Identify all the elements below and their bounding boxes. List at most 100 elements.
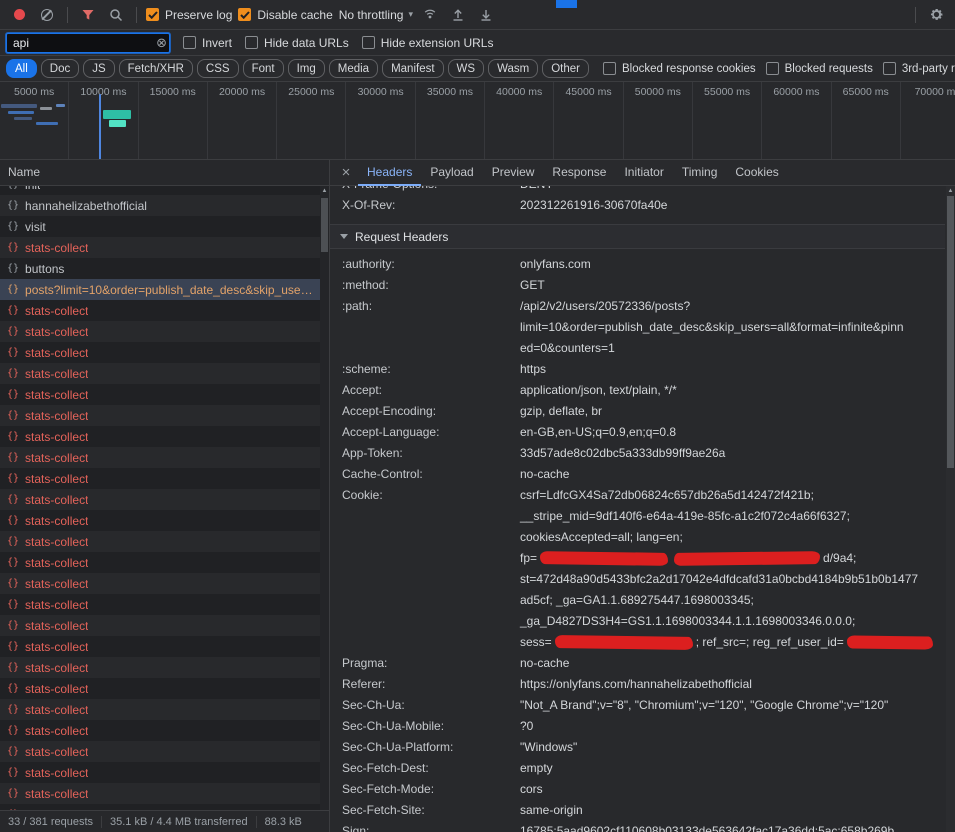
blocked-requests-checkbox[interactable]: Blocked requests [766,62,873,75]
request-row-stats-collect[interactable]: {}stats-collect [0,615,329,636]
scroll-up-arrow[interactable]: ▲ [320,187,329,195]
request-row-stats-collect[interactable]: {}stats-collect [0,342,329,363]
hide-data-urls-label: Hide data URLs [264,36,349,50]
request-row-stats-collect[interactable]: {}stats-collect [0,237,329,258]
scroll-up-arrow[interactable]: ▲ [946,187,955,195]
type-filter-media[interactable]: Media [329,59,378,78]
waterfall-mark [56,104,65,107]
request-row-visit[interactable]: {}visit [0,216,329,237]
request-name: stats-collect [25,514,88,528]
request-row-stats-collect[interactable]: {}stats-collect [0,300,329,321]
tab-initiator[interactable]: Initiator [615,160,672,186]
request-row-stats-collect[interactable]: {}stats-collect [0,741,329,762]
type-filter-wasm[interactable]: Wasm [488,59,538,78]
filter-input[interactable] [6,33,170,53]
waterfall-mark [36,122,58,125]
request-row-stats-collect[interactable]: {}stats-collect [0,594,329,615]
tab-payload[interactable]: Payload [421,160,482,186]
settings-gear-icon[interactable] [925,4,947,26]
request-headers-section[interactable]: Request Headers [330,224,945,249]
tab-preview[interactable]: Preview [483,160,544,186]
filter-icon[interactable] [77,4,99,26]
request-row-stats-collect[interactable]: {}stats-collect [0,573,329,594]
request-row-stats-collect[interactable]: {}stats-collect [0,405,329,426]
3rd-party-requests-checkbox[interactable]: 3rd-party requests [883,62,955,75]
disable-cache-checkbox[interactable]: Disable cache [238,8,332,22]
request-row-stats-collect[interactable]: {}stats-collect [0,447,329,468]
devtools-network-panel: Preserve log Disable cache No throttling… [0,0,955,832]
header-name: Sec-Fetch-Mode: [330,779,520,800]
type-filter-img[interactable]: Img [288,59,325,78]
import-har-icon[interactable] [475,4,497,26]
scrollbar-thumb[interactable] [321,198,328,252]
network-conditions-icon[interactable] [419,4,441,26]
scrollbar-thumb[interactable] [947,196,954,468]
request-row-stats-collect[interactable]: {}stats-collect [0,426,329,447]
preserve-log-checkbox[interactable]: Preserve log [146,8,232,22]
search-icon[interactable] [105,4,127,26]
timeline-overview[interactable]: 5000 ms10000 ms15000 ms20000 ms25000 ms3… [0,82,955,160]
type-filter-ws[interactable]: WS [448,59,485,78]
request-row-stats-collect[interactable]: {}stats-collect [0,783,329,804]
name-column-header[interactable]: Name [0,160,329,186]
type-filter-other[interactable]: Other [542,59,589,78]
checkbox-label: Blocked requests [785,63,873,75]
type-filter-fetch-xhr[interactable]: Fetch/XHR [119,59,193,78]
hide-data-urls-checkbox[interactable]: Hide data URLs [245,36,349,50]
hide-extension-urls-label: Hide extension URLs [381,36,494,50]
type-filter-all[interactable]: All [6,59,37,78]
request-row-stats-collect[interactable]: {}stats-collect [0,468,329,489]
request-row-stats-collect[interactable]: {}stats-collect [0,657,329,678]
request-row-stats-collect[interactable]: {}stats-collect [0,762,329,783]
request-row-buttons[interactable]: {}buttons [0,258,329,279]
type-filter-doc[interactable]: Doc [41,59,79,78]
request-row-stats-collect[interactable]: {}stats-collect [0,531,329,552]
request-row-init[interactable]: {}init [0,186,329,195]
close-icon[interactable]: × [336,162,356,184]
waterfall-mark [14,117,32,120]
resources-size: 88.3 kB [257,816,310,828]
request-row-stats-collect[interactable]: {}stats-collect [0,489,329,510]
details-scrollbar[interactable]: ▲ [946,186,955,832]
request-row-hannahelizabethofficial[interactable]: {}hannahelizabethofficial [0,195,329,216]
throttling-select[interactable]: No throttling ▾ [339,8,413,22]
request-row-stats-collect[interactable]: {}stats-collect [0,363,329,384]
request-row-stats-collect[interactable]: {}stats-collect [0,636,329,657]
request-row-stats-collect[interactable]: {}stats-collect [0,510,329,531]
type-filter-css[interactable]: CSS [197,59,239,78]
blocked-response-cookies-checkbox[interactable]: Blocked response cookies [603,62,756,75]
request-row-stats-collect[interactable]: {}stats-collect [0,699,329,720]
checkbox-unchecked-icon [603,62,616,75]
request-list-scrollbar[interactable]: ▲ [320,186,329,810]
script-icon: {} [7,186,19,190]
request-row-stats-collect[interactable]: {}stats-collect [0,552,329,573]
request-row-stats-collect[interactable]: {}stats-collect [0,321,329,342]
clear-button[interactable] [36,4,58,26]
header-name: Sec-Fetch-Site: [330,800,520,821]
request-row-stats-collect[interactable]: {}stats-collect [0,678,329,699]
invert-checkbox[interactable]: Invert [183,36,232,50]
request-name: stats-collect [25,640,88,654]
checkbox-unchecked-icon [245,36,258,49]
clear-filter-icon[interactable]: ⊗ [156,35,167,50]
tab-timing[interactable]: Timing [673,160,727,186]
script-icon: {} [7,557,19,568]
tab-headers[interactable]: Headers [358,160,421,186]
tab-response[interactable]: Response [543,160,615,186]
header-row: Sec-Fetch-Site:same-origin [330,800,945,821]
header-value: no-cache [520,653,945,674]
tab-cookies[interactable]: Cookies [726,160,787,186]
request-name: stats-collect [25,703,88,717]
record-button[interactable] [8,4,30,26]
type-filter-manifest[interactable]: Manifest [382,59,443,78]
network-toolbar: Preserve log Disable cache No throttling… [0,0,955,30]
header-name: Cookie: [330,485,520,506]
type-filter-font[interactable]: Font [243,59,284,78]
request-row-stats-collect[interactable]: {}stats-collect [0,384,329,405]
hide-extension-urls-checkbox[interactable]: Hide extension URLs [362,36,494,50]
type-filter-js[interactable]: JS [83,59,114,78]
request-headers-list: :authority:onlyfans.com:method:GET:path:… [330,249,945,832]
request-row-posts-limit-10-order-publish-date-desc-s[interactable]: {}posts?limit=10&order=publish_date_desc… [0,279,329,300]
request-row-stats-collect[interactable]: {}stats-collect [0,720,329,741]
export-har-icon[interactable] [447,4,469,26]
